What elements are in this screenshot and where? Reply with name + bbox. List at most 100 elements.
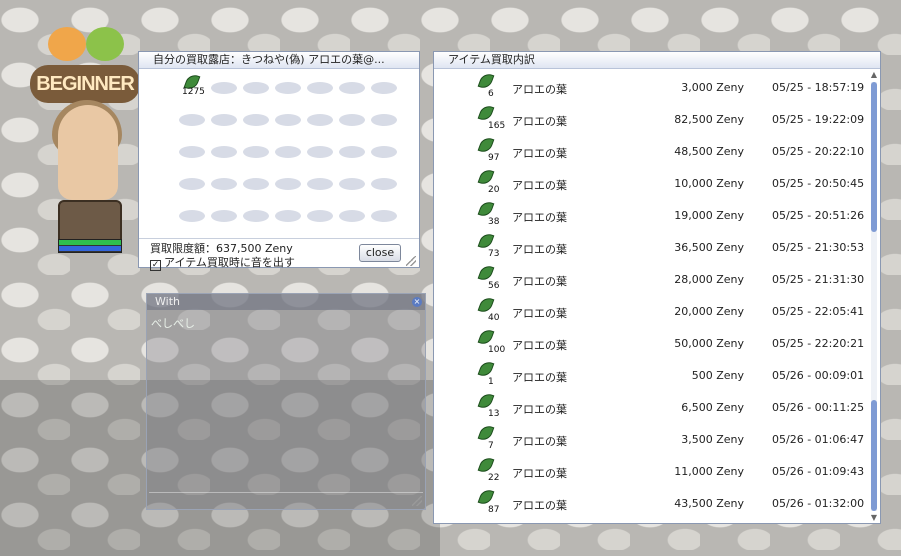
resize-grip[interactable] — [412, 496, 422, 506]
empty-item-slot[interactable] — [211, 178, 237, 190]
empty-item-slot[interactable] — [339, 210, 365, 222]
shop-footer: 買取限度額：637,500 Zeny ✓ アイテム買取時に音を出す close — [139, 238, 419, 271]
player-character[interactable]: BEGINNER — [30, 25, 140, 280]
empty-item-slot[interactable] — [275, 114, 301, 126]
item-amount: 3,500 Zeny — [681, 433, 744, 446]
item-time: 05/25 - 21:30:53 — [772, 241, 865, 254]
item-amount: 11,000 Zeny — [674, 465, 744, 478]
empty-item-slot[interactable] — [275, 82, 301, 94]
sound-checkbox[interactable]: ✓ — [150, 260, 161, 271]
item-amount: 48,500 Zeny — [674, 145, 744, 158]
scrollbar[interactable]: ▲ ▼ — [868, 70, 880, 523]
empty-item-slot[interactable] — [307, 114, 333, 126]
empty-item-slot[interactable] — [307, 82, 333, 94]
item-quantity: 73 — [488, 249, 500, 259]
item-name: アロエの葉 — [512, 275, 567, 288]
log-row: 22 アロエの葉 11,000 Zeny 05/26 - 01:09:43 — [434, 454, 864, 486]
empty-item-slot[interactable] — [339, 114, 365, 126]
empty-item-slot[interactable] — [275, 210, 301, 222]
empty-item-slot[interactable] — [275, 178, 301, 190]
item-quantity: 22 — [488, 473, 500, 483]
empty-item-slot[interactable] — [179, 114, 205, 126]
item-name: アロエの葉 — [512, 243, 567, 256]
empty-item-slot[interactable] — [307, 210, 333, 222]
empty-item-slot[interactable] — [243, 178, 269, 190]
item-quantity: 13 — [488, 409, 500, 419]
item-amount: 43,500 Zeny — [674, 497, 744, 510]
chat-title[interactable]: With — [147, 294, 425, 310]
empty-item-slot[interactable] — [179, 210, 205, 222]
log-title[interactable]: アイテム買取内訳 — [434, 52, 880, 69]
aloe-leaf-icon[interactable] — [476, 295, 496, 315]
log-row: 56 アロエの葉 28,000 Zeny 05/25 - 21:31:30 — [434, 262, 864, 294]
item-time: 05/26 - 01:32:00 — [772, 497, 865, 510]
item-quantity: 40 — [488, 313, 500, 323]
empty-item-slot[interactable] — [179, 146, 205, 158]
empty-item-slot[interactable] — [211, 114, 237, 126]
scroll-thumb-lower[interactable] — [871, 400, 877, 511]
empty-item-slot[interactable] — [243, 146, 269, 158]
item-name: アロエの葉 — [512, 499, 567, 512]
log-row: 73 アロエの葉 36,500 Zeny 05/25 - 21:30:53 — [434, 230, 864, 262]
empty-item-slot[interactable] — [307, 146, 333, 158]
aloe-leaf-icon[interactable] — [476, 231, 496, 251]
close-icon[interactable]: × — [412, 297, 422, 307]
empty-item-slot[interactable] — [275, 146, 301, 158]
empty-item-slot[interactable] — [371, 178, 397, 190]
aloe-leaf-icon[interactable] — [476, 263, 496, 283]
private-chat-window: With × べしべし — [146, 293, 426, 510]
empty-item-slot[interactable] — [339, 146, 365, 158]
empty-item-slot[interactable] — [243, 210, 269, 222]
aloe-leaf-icon[interactable] — [476, 455, 496, 475]
item-name: アロエの葉 — [512, 147, 567, 160]
empty-item-slot[interactable] — [339, 178, 365, 190]
scroll-thumb[interactable] — [871, 82, 877, 232]
empty-item-slot[interactable] — [179, 178, 205, 190]
empty-item-slot[interactable] — [243, 114, 269, 126]
empty-item-slot[interactable] — [243, 82, 269, 94]
log-row: 13 アロエの葉 6,500 Zeny 05/26 - 00:11:25 — [434, 390, 864, 422]
item-time: 05/25 - 18:57:19 — [772, 81, 865, 94]
resize-grip[interactable] — [406, 256, 416, 266]
scroll-up-icon[interactable]: ▲ — [868, 70, 880, 80]
scroll-down-icon[interactable]: ▼ — [868, 513, 880, 523]
item-time: 05/25 - 20:22:10 — [772, 145, 865, 158]
empty-item-slot[interactable] — [211, 146, 237, 158]
item-name: アロエの葉 — [512, 211, 567, 224]
log-row: 1 アロエの葉 500 Zeny 05/26 - 00:09:01 — [434, 358, 864, 390]
item-time: 05/25 - 19:22:09 — [772, 113, 865, 126]
aloe-leaf-icon[interactable] — [476, 327, 496, 347]
shop-title[interactable]: 自分の買取露店：きつねや(偽) アロエの葉@... — [139, 52, 419, 69]
empty-item-slot[interactable] — [371, 114, 397, 126]
aloe-leaf-icon[interactable] — [476, 103, 496, 123]
aloe-leaf-icon[interactable] — [476, 71, 496, 91]
log-row: 38 アロエの葉 19,000 Zeny 05/25 - 20:51:26 — [434, 198, 864, 230]
item-name: アロエの葉 — [512, 115, 567, 128]
aloe-leaf-icon[interactable] — [476, 359, 496, 379]
item-quantity: 38 — [488, 217, 500, 227]
close-button[interactable]: close — [359, 244, 401, 262]
aloe-leaf-icon[interactable] — [476, 199, 496, 219]
empty-item-slot[interactable] — [211, 82, 237, 94]
empty-item-slot[interactable] — [339, 82, 365, 94]
empty-item-slot[interactable] — [307, 178, 333, 190]
beginner-logo: BEGINNER — [30, 65, 140, 103]
aloe-leaf-icon[interactable] — [476, 135, 496, 155]
log-row: 100 アロエの葉 50,000 Zeny 05/25 - 22:20:21 — [434, 326, 864, 358]
sp-fill — [59, 246, 121, 251]
aloe-leaf-icon[interactable] — [476, 423, 496, 443]
item-time: 05/26 - 01:09:43 — [772, 465, 865, 478]
item-quantity: 1275 — [182, 87, 205, 97]
sound-checkbox-row[interactable]: ✓ アイテム買取時に音を出す — [150, 254, 295, 271]
aloe-leaf-icon[interactable] — [476, 167, 496, 187]
empty-item-slot[interactable] — [371, 146, 397, 158]
aloe-leaf-icon[interactable] — [476, 391, 496, 411]
log-row: 87 アロエの葉 43,500 Zeny 05/26 - 01:32:00 — [434, 486, 864, 518]
empty-item-slot[interactable] — [371, 210, 397, 222]
buying-shop-window: 自分の買取露店：きつねや(偽) アロエの葉@... 1275 買取限度額：637… — [138, 51, 420, 271]
aloe-leaf-icon[interactable] — [476, 487, 496, 507]
chat-input[interactable] — [149, 492, 423, 507]
empty-item-slot[interactable] — [211, 210, 237, 222]
hp-sp-bar — [58, 239, 122, 253]
empty-item-slot[interactable] — [371, 82, 397, 94]
